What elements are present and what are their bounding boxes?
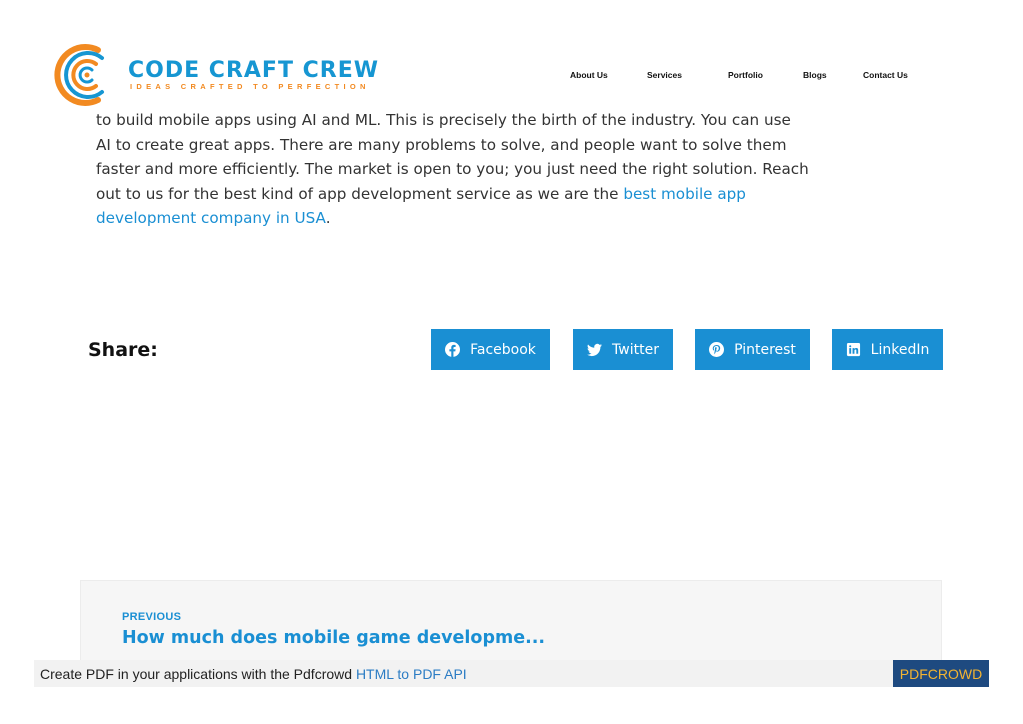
pdfcrowd-footer-text: Create PDF in your applications with the… <box>40 666 467 682</box>
linkedin-icon <box>846 342 860 357</box>
previous-post-card[interactable]: PREVIOUS How much does mobile game devel… <box>80 580 942 670</box>
share-twitter-button[interactable]: Twitter <box>573 329 673 370</box>
article-line: faster and more efficiently. The market … <box>96 160 809 178</box>
pinterest-icon <box>709 342 725 357</box>
article-line: development company in USA. <box>96 206 796 231</box>
article-line: out to us for the best kind of app devel… <box>96 182 796 207</box>
share-facebook-button[interactable]: Facebook <box>431 329 550 370</box>
share-label: Share: <box>88 339 158 361</box>
nav-item-blogs[interactable]: Blogs <box>803 70 827 80</box>
article-line: AI to create great apps. There are many … <box>96 135 787 154</box>
site-header: CODE CRAFT CREW IDEAS CRAFTED TO PERFECT… <box>0 0 1023 110</box>
pdfcrowd-brand-button[interactable]: PDFCROWD <box>893 660 989 687</box>
brand-name[interactable]: CODE CRAFT CREW <box>128 58 379 83</box>
share-pinterest-label: Pinterest <box>734 341 796 358</box>
share-linkedin-button[interactable]: LinkedIn <box>832 329 943 370</box>
brand-tagline: IDEAS CRAFTED TO PERFECTION <box>130 82 370 91</box>
pdfcrowd-footer-message: Create PDF in your applications with the… <box>40 666 356 682</box>
article-period: . <box>325 209 331 227</box>
facebook-icon <box>445 342 461 357</box>
article-line-text: out to us for the best kind of app devel… <box>96 184 624 203</box>
article-body: to build mobile apps using AI and ML. Th… <box>96 108 809 231</box>
nav-item-contact-us[interactable]: Contact Us <box>863 70 908 80</box>
nav-item-portfolio[interactable]: Portfolio <box>728 70 763 80</box>
share-linkedin-label: LinkedIn <box>870 341 930 358</box>
code-craft-crew-logo-icon[interactable] <box>54 42 118 108</box>
share-facebook-label: Facebook <box>470 341 536 358</box>
best-mobile-app-link[interactable]: best mobile app <box>623 185 746 203</box>
html-to-pdf-api-link[interactable]: HTML to PDF API <box>356 666 467 682</box>
nav-item-services[interactable]: Services <box>647 70 682 80</box>
pdfcrowd-footer-bar: Create PDF in your applications with the… <box>34 660 989 687</box>
best-mobile-app-link-continued[interactable]: development company in USA <box>96 209 326 227</box>
nav-item-about-us[interactable]: About Us <box>570 70 608 80</box>
article-line: to build mobile apps using AI and ML. Th… <box>96 111 791 129</box>
twitter-icon <box>587 343 603 357</box>
share-twitter-label: Twitter <box>612 341 659 358</box>
share-pinterest-button[interactable]: Pinterest <box>695 329 810 370</box>
previous-label: PREVIOUS <box>122 611 182 623</box>
previous-post-title[interactable]: How much does mobile game developme... <box>122 628 545 648</box>
